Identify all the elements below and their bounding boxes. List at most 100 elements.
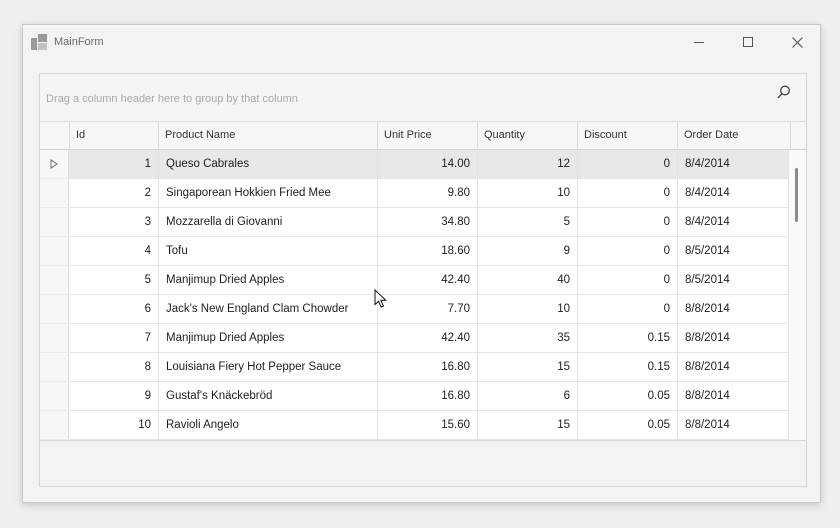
cell-order-date[interactable]: 8/8/2014 <box>678 382 789 411</box>
cell-id[interactable]: 10 <box>70 411 159 440</box>
cell-unit-price[interactable]: 34.80 <box>378 208 478 237</box>
cell-unit-price[interactable]: 7.70 <box>378 295 478 324</box>
cell-order-date[interactable]: 8/5/2014 <box>678 266 789 295</box>
cell-order-date[interactable]: 8/8/2014 <box>678 324 789 353</box>
column-header-quantity[interactable]: Quantity <box>478 122 578 150</box>
column-header-unit-price[interactable]: Unit Price <box>378 122 478 150</box>
search-icon <box>777 85 790 99</box>
cell-id[interactable]: 8 <box>70 353 159 382</box>
table-row[interactable]: 6 Jack's New England Clam Chowder 7.70 1… <box>40 295 789 324</box>
cell-product-name[interactable]: Louisiana Fiery Hot Pepper Sauce <box>159 353 378 382</box>
table-row[interactable]: 7 Manjimup Dried Apples 42.40 35 0.15 8/… <box>40 324 789 353</box>
row-indicator <box>40 179 69 208</box>
cell-unit-price[interactable]: 16.80 <box>378 382 478 411</box>
grid-rows: 1 Queso Cabrales 14.00 12 0 8/4/2014 2 S… <box>40 150 789 440</box>
cell-unit-price[interactable]: 9.80 <box>378 179 478 208</box>
cell-id[interactable]: 7 <box>70 324 159 353</box>
cell-quantity[interactable]: 6 <box>478 382 578 411</box>
row-indicator <box>40 150 69 179</box>
cell-discount[interactable]: 0 <box>578 179 678 208</box>
cell-order-date[interactable]: 8/4/2014 <box>678 179 789 208</box>
cell-order-date[interactable]: 8/4/2014 <box>678 150 789 179</box>
table-row[interactable]: 3 Mozzarella di Giovanni 34.80 5 0 8/4/2… <box>40 208 789 237</box>
cell-quantity[interactable]: 10 <box>478 179 578 208</box>
cell-quantity[interactable]: 15 <box>478 353 578 382</box>
cell-discount[interactable]: 0 <box>578 150 678 179</box>
table-row[interactable]: 2 Singaporean Hokkien Fried Mee 9.80 10 … <box>40 179 789 208</box>
cell-unit-price[interactable]: 14.00 <box>378 150 478 179</box>
cell-quantity[interactable]: 40 <box>478 266 578 295</box>
data-grid: Drag a column header here to group by th… <box>39 73 807 487</box>
group-panel-hint: Drag a column header here to group by th… <box>46 93 298 105</box>
cell-quantity[interactable]: 35 <box>478 324 578 353</box>
column-header-discount[interactable]: Discount <box>578 122 678 150</box>
cell-order-date[interactable]: 8/8/2014 <box>678 411 789 440</box>
title-bar[interactable]: MainForm <box>23 25 820 59</box>
cell-discount[interactable]: 0.15 <box>578 324 678 353</box>
table-row[interactable]: 8 Louisiana Fiery Hot Pepper Sauce 16.80… <box>40 353 789 382</box>
scrollbar-thumb[interactable] <box>795 168 798 222</box>
column-header-id[interactable]: Id <box>70 122 159 150</box>
cell-quantity[interactable]: 9 <box>478 237 578 266</box>
cell-discount[interactable]: 0 <box>578 237 678 266</box>
row-indicator <box>40 411 69 440</box>
cell-id[interactable]: 5 <box>70 266 159 295</box>
cell-id[interactable]: 1 <box>70 150 159 179</box>
cell-quantity[interactable]: 5 <box>478 208 578 237</box>
cell-unit-price[interactable]: 15.60 <box>378 411 478 440</box>
table-row[interactable]: 9 Gustaf's Knäckebröd 16.80 6 0.05 8/8/2… <box>40 382 789 411</box>
cell-id[interactable]: 3 <box>70 208 159 237</box>
maximize-button[interactable] <box>725 25 771 59</box>
vertical-scrollbar[interactable] <box>789 150 806 440</box>
cell-product-name[interactable]: Manjimup Dried Apples <box>159 324 378 353</box>
cell-unit-price[interactable]: 42.40 <box>378 266 478 295</box>
row-indicator <box>40 324 69 353</box>
cell-product-name[interactable]: Mozzarella di Giovanni <box>159 208 378 237</box>
cell-id[interactable]: 2 <box>70 179 159 208</box>
cell-id[interactable]: 9 <box>70 382 159 411</box>
column-header-row: Id Product Name Unit Price Quantity Disc… <box>40 121 806 150</box>
cell-product-name[interactable]: Queso Cabrales <box>159 150 378 179</box>
header-indicator-cell <box>40 122 70 150</box>
cell-product-name[interactable]: Tofu <box>159 237 378 266</box>
app-icon <box>31 34 47 50</box>
cell-product-name[interactable]: Jack's New England Clam Chowder <box>159 295 378 324</box>
cell-unit-price[interactable]: 42.40 <box>378 324 478 353</box>
column-header-order-date[interactable]: Order Date <box>678 122 791 150</box>
column-header-product-name[interactable]: Product Name <box>159 122 378 150</box>
main-window: MainForm Drag a column header here to gr… <box>22 24 821 503</box>
cell-quantity[interactable]: 15 <box>478 411 578 440</box>
table-row[interactable]: 4 Tofu 18.60 9 0 8/5/2014 <box>40 237 789 266</box>
cell-discount[interactable]: 0 <box>578 295 678 324</box>
cell-product-name[interactable]: Gustaf's Knäckebröd <box>159 382 378 411</box>
row-indicator <box>40 382 69 411</box>
table-row[interactable]: 5 Manjimup Dried Apples 42.40 40 0 8/5/2… <box>40 266 789 295</box>
cell-id[interactable]: 4 <box>70 237 159 266</box>
cell-id[interactable]: 6 <box>70 295 159 324</box>
cell-unit-price[interactable]: 16.80 <box>378 353 478 382</box>
cell-order-date[interactable]: 8/8/2014 <box>678 353 789 382</box>
row-indicator <box>40 295 69 324</box>
cell-product-name[interactable]: Singaporean Hokkien Fried Mee <box>159 179 378 208</box>
row-indicator <box>40 266 69 295</box>
cell-order-date[interactable]: 8/4/2014 <box>678 208 789 237</box>
cell-product-name[interactable]: Manjimup Dried Apples <box>159 266 378 295</box>
group-panel[interactable]: Drag a column header here to group by th… <box>40 74 806 121</box>
cell-unit-price[interactable]: 18.60 <box>378 237 478 266</box>
cell-discount[interactable]: 0.15 <box>578 353 678 382</box>
window-title: MainForm <box>54 36 104 48</box>
cell-discount[interactable]: 0 <box>578 208 678 237</box>
find-panel-button[interactable] <box>774 82 794 102</box>
close-button[interactable] <box>774 25 820 59</box>
cell-discount[interactable]: 0.05 <box>578 411 678 440</box>
cell-product-name[interactable]: Ravioli Angelo <box>159 411 378 440</box>
cell-quantity[interactable]: 10 <box>478 295 578 324</box>
cell-quantity[interactable]: 12 <box>478 150 578 179</box>
cell-order-date[interactable]: 8/5/2014 <box>678 237 789 266</box>
minimize-button[interactable] <box>676 25 722 59</box>
cell-discount[interactable]: 0.05 <box>578 382 678 411</box>
cell-order-date[interactable]: 8/8/2014 <box>678 295 789 324</box>
table-row[interactable]: 10 Ravioli Angelo 15.60 15 0.05 8/8/2014 <box>40 411 789 440</box>
cell-discount[interactable]: 0 <box>578 266 678 295</box>
table-row[interactable]: 1 Queso Cabrales 14.00 12 0 8/4/2014 <box>40 150 789 179</box>
